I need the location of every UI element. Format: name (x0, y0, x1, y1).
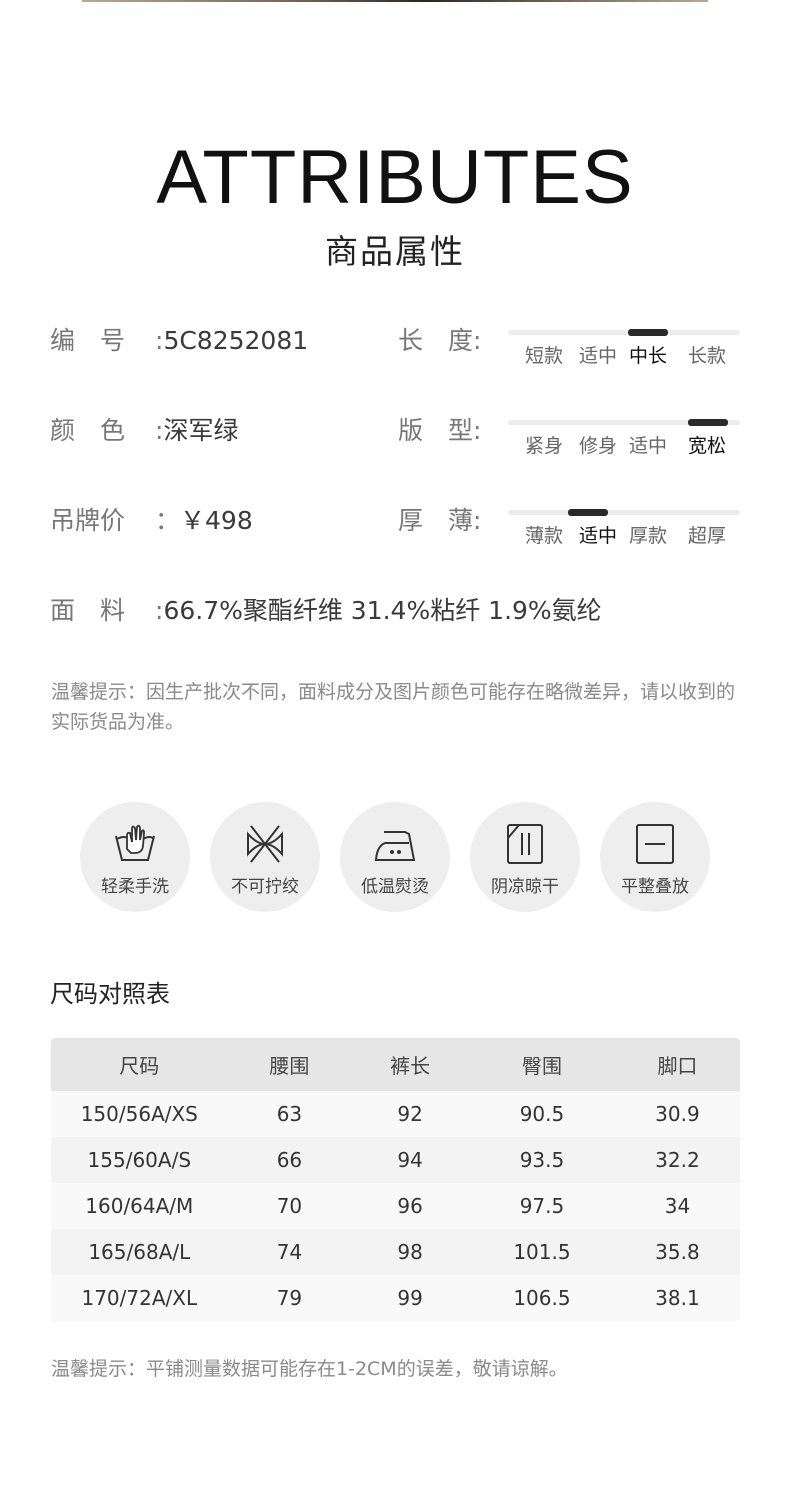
scale-length-label: 长 度: (398, 326, 482, 355)
care-label: 低温熨烫 (361, 877, 429, 897)
attr-fabric-value: 66.7%聚酯纤维 31.4%粘纤 1.9%氨纶 (163, 596, 602, 625)
shade-dry-icon (507, 824, 543, 864)
attr-price-key: 吊牌价 (50, 506, 126, 535)
care-no-wring: 不可拧绞 (210, 802, 320, 912)
attr-price-colon: ： (155, 506, 181, 535)
cell-size: 170/72A/XL (51, 1275, 228, 1321)
scale-option: 适中 (579, 345, 618, 367)
scale-option: 适中 (629, 435, 668, 457)
attr-code-key: 编 号 (50, 326, 126, 355)
scale-indicator (628, 329, 668, 336)
no-wring-icon (247, 825, 283, 863)
care-label: 轻柔手洗 (101, 877, 169, 897)
care-label: 平整叠放 (621, 877, 689, 897)
top-divider (82, 0, 708, 2)
cell-length: 99 (351, 1275, 470, 1321)
care-label: 不可拧绞 (231, 877, 299, 897)
scale-indicator (568, 509, 608, 516)
scale-fit-label: 版 型: (398, 416, 482, 445)
scale-thickness-label: 厚 薄: (398, 506, 482, 535)
cell-hip: 106.5 (469, 1275, 615, 1321)
attr-fabric: 面 料:66.7%聚酯纤维 31.4%粘纤 1.9%氨纶 (50, 594, 602, 628)
cell-hem: 38.1 (614, 1275, 740, 1321)
cell-hip: 97.5 (469, 1183, 615, 1229)
scale-option: 中长 (629, 345, 668, 367)
table-row: 165/68A/L 74 98 101.5 35.8 (51, 1229, 740, 1275)
cell-size: 160/64A/M (51, 1183, 228, 1229)
care-low-iron: 低温熨烫 (340, 802, 450, 912)
scale-track (508, 510, 740, 515)
cell-waist: 66 (227, 1137, 352, 1183)
attr-fabric-key: 面 料 (50, 596, 126, 625)
page-title-cn: 商品属性 (325, 232, 465, 271)
cell-length: 98 (351, 1229, 470, 1275)
header-hip: 臀围 (469, 1038, 615, 1091)
scale-option: 超厚 (688, 525, 727, 547)
scale-option: 修身 (579, 435, 618, 457)
cell-hip: 90.5 (469, 1091, 615, 1137)
size-chart-header-row: 尺码 腰围 裤长 臀围 脚口 (51, 1038, 740, 1091)
header-hem: 脚口 (614, 1038, 740, 1091)
attr-price-value: ￥498 (180, 506, 253, 535)
cell-waist: 74 (227, 1229, 352, 1275)
header-size: 尺码 (51, 1038, 228, 1091)
cell-length: 92 (351, 1091, 470, 1137)
size-chart-title: 尺码对照表 (50, 980, 170, 1008)
attr-code: 编 号:5C8252081 (50, 324, 308, 358)
scale-option: 长款 (688, 345, 727, 367)
care-label: 阴凉晾干 (491, 877, 559, 897)
scale-option: 适中 (579, 525, 618, 547)
attr-color: 颜 色:深军绿 (50, 414, 238, 448)
cell-length: 96 (351, 1183, 470, 1229)
size-chart-table: 尺码 腰围 裤长 臀围 脚口 150/56A/XS 63 92 90.5 30.… (51, 1038, 740, 1321)
attr-color-value: 深军绿 (163, 416, 239, 445)
header-length: 裤长 (351, 1038, 470, 1091)
scale-indicator (688, 419, 728, 426)
flat-dry-icon (636, 824, 674, 864)
scale-option: 紧身 (525, 435, 564, 457)
header-waist: 腰围 (227, 1038, 352, 1091)
table-row: 150/56A/XS 63 92 90.5 30.9 (51, 1091, 740, 1137)
care-flat-dry: 平整叠放 (600, 802, 710, 912)
fabric-notice: 温馨提示：因生产批次不同，面料成分及图片颜色可能存在略微差异，请以收到的实际货品… (51, 681, 736, 733)
page-title-en: ATTRIBUTES (156, 135, 634, 220)
cell-hem: 30.9 (614, 1091, 740, 1137)
cell-size: 165/68A/L (51, 1229, 228, 1275)
low-iron-icon (374, 831, 416, 861)
attr-price: 吊牌价 ：￥498 (50, 504, 253, 538)
cell-size: 150/56A/XS (51, 1091, 228, 1137)
hand-wash-icon (115, 824, 155, 861)
cell-hem: 35.8 (614, 1229, 740, 1275)
table-row: 160/64A/M 70 96 97.5 34 (51, 1183, 740, 1229)
care-hand-wash: 轻柔手洗 (80, 802, 190, 912)
scale-option: 厚款 (629, 525, 668, 547)
scale-option: 短款 (525, 345, 564, 367)
cell-hem: 34 (614, 1183, 740, 1229)
scale-fit: 紧身 修身 适中 宽松 (508, 419, 740, 460)
scale-option: 薄款 (525, 525, 564, 547)
measurement-notice: 温馨提示：平铺测量数据可能存在1-2CM的误差，敬请谅解。 (51, 1358, 568, 1380)
attr-code-value: 5C8252081 (163, 326, 309, 355)
table-row: 155/60A/S 66 94 93.5 32.2 (51, 1137, 740, 1183)
cell-size: 155/60A/S (51, 1137, 228, 1183)
scale-option: 宽松 (688, 435, 727, 457)
cell-waist: 79 (227, 1275, 352, 1321)
scale-track (508, 330, 740, 335)
cell-hip: 93.5 (469, 1137, 615, 1183)
scale-thickness: 薄款 适中 厚款 超厚 (508, 509, 740, 550)
cell-hip: 101.5 (469, 1229, 615, 1275)
cell-waist: 63 (227, 1091, 352, 1137)
care-shade-dry: 阴凉晾干 (470, 802, 580, 912)
cell-waist: 70 (227, 1183, 352, 1229)
scale-length: 短款 适中 中长 长款 (508, 329, 740, 370)
cell-length: 94 (351, 1137, 470, 1183)
attr-color-key: 颜 色 (50, 416, 126, 445)
cell-hem: 32.2 (614, 1137, 740, 1183)
table-row: 170/72A/XL 79 99 106.5 38.1 (51, 1275, 740, 1321)
